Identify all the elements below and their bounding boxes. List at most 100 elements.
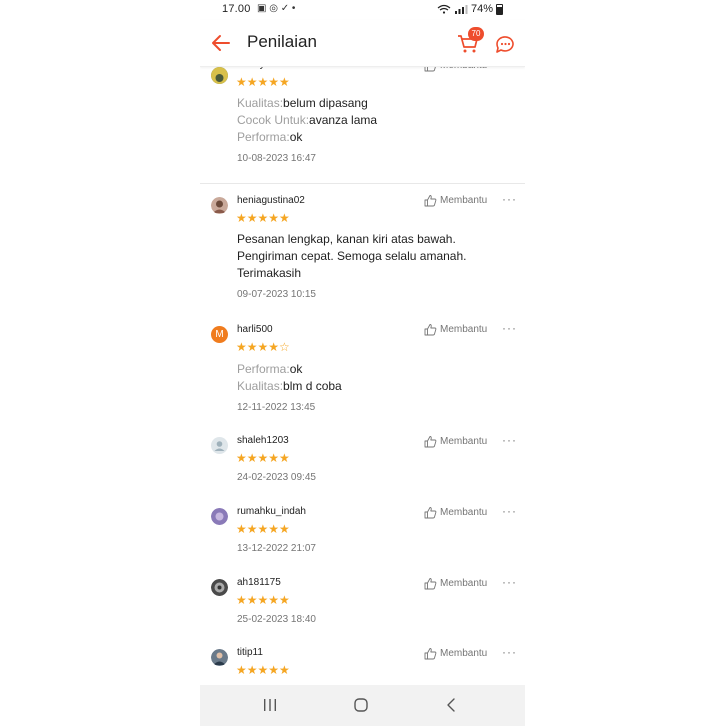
- rating-stars: ★★★★★: [236, 522, 290, 536]
- more-options-button[interactable]: ···: [502, 192, 517, 206]
- helpful-label: Membantu: [440, 578, 488, 589]
- helpful-button[interactable]: Membantu: [424, 577, 487, 590]
- review-text: Pesanan lengkap, kanan kiri atas bawah. …: [237, 232, 467, 280]
- rating-stars: ★★★★★: [236, 451, 290, 465]
- helpful-button[interactable]: Membantu: [424, 435, 487, 448]
- attribute-key: Performa:: [237, 362, 290, 376]
- home-button[interactable]: [351, 695, 371, 715]
- status-bar: 17.00 ▣ ◎ ✓ • 74%: [200, 0, 525, 20]
- review-date: 10-08-2023 16:47: [237, 153, 316, 164]
- recent-apps-button[interactable]: [260, 695, 280, 715]
- recent-apps-icon: [264, 699, 276, 711]
- system-nav-bar: [200, 685, 525, 726]
- default-avatar-icon: [214, 441, 225, 451]
- battery-percent: 74%: [470, 3, 493, 15]
- thumbs-up-icon: [424, 324, 437, 336]
- review-attribute: Performa:ok: [237, 362, 302, 376]
- avatar-image-icon: [211, 508, 228, 525]
- helpful-button[interactable]: Membantu: [424, 647, 487, 660]
- review-date: 25-02-2023 18:40: [237, 614, 316, 625]
- helpful-label: Membantu: [440, 507, 488, 518]
- review-attribute: Cocok Untuk:avanza lama: [237, 113, 377, 127]
- more-options-button[interactable]: ···: [502, 321, 517, 335]
- review-attribute: Kualitas:belum dipasang: [237, 96, 368, 110]
- notification-icons: ▣ ◎ ✓ •: [257, 3, 296, 14]
- review-username: heniagustina02: [237, 195, 305, 206]
- attribute-key: Kualitas:: [237, 379, 284, 393]
- more-options-button[interactable]: ···: [502, 504, 517, 518]
- attribute-value: avanza lama: [309, 113, 378, 127]
- avatar[interactable]: [211, 508, 228, 525]
- signal-icon: [454, 5, 468, 14]
- avatar[interactable]: [211, 649, 228, 666]
- avatar-image-icon: [211, 197, 228, 214]
- helpful-label: Membantu: [440, 67, 487, 71]
- review-date: 09-07-2023 10:15: [237, 289, 316, 300]
- thumbs-up-icon: [424, 195, 437, 207]
- more-options-button[interactable]: ···: [502, 645, 517, 659]
- review-username: ah181175: [237, 577, 281, 588]
- review-attribute: Kualitas:blm d coba: [237, 379, 342, 393]
- review-attribute: Performa:ok: [237, 130, 302, 144]
- status-right: 74%: [437, 3, 503, 15]
- more-options-button[interactable]: ···: [502, 433, 517, 447]
- review-username: rantoyunawan: [237, 67, 300, 70]
- attribute-key: Cocok Untuk:: [237, 113, 310, 127]
- review-username: shaleh1203: [237, 435, 289, 446]
- review-item: heniagustina02 Membantu ··· ★★★★★ Pesana…: [200, 191, 525, 321]
- helpful-button[interactable]: Membantu: [424, 194, 487, 207]
- chat-button[interactable]: [493, 32, 517, 56]
- page-title: Penilaian: [247, 32, 317, 51]
- thumbs-up-icon: [424, 578, 437, 590]
- review-list[interactable]: rantoyunawan Membantu ··· ★★★★★ Kualitas…: [200, 67, 525, 685]
- thumbs-up-icon: [424, 648, 437, 660]
- arrow-left-icon: [212, 35, 230, 51]
- avatar[interactable]: [211, 67, 228, 84]
- avatar-image-icon: [211, 579, 228, 596]
- cart-badge: 70: [468, 27, 484, 41]
- review-username: rumahku_indah: [237, 506, 306, 517]
- helpful-label: Membantu: [440, 648, 488, 659]
- review-username: titip11: [237, 647, 263, 658]
- helpful-label: Membantu: [440, 324, 488, 335]
- rating-stars: ★★★★☆: [236, 340, 290, 354]
- avatar[interactable]: [211, 579, 228, 596]
- helpful-label: Membantu: [440, 436, 488, 447]
- review-item: ah181175 Membantu ··· ★★★★★ 25-02-2023 1…: [200, 574, 525, 636]
- nav-back-button[interactable]: [442, 695, 462, 715]
- rating-stars: ★★★★★: [236, 75, 290, 89]
- review-username: harli500: [237, 324, 273, 335]
- status-time: 17.00: [222, 3, 251, 15]
- helpful-button[interactable]: Membantu: [424, 323, 487, 336]
- rating-stars: ★★★★★: [236, 593, 290, 607]
- helpful-button[interactable]: Membantu: [424, 506, 487, 519]
- review-date: 13-12-2022 21:07: [237, 543, 316, 554]
- thumbs-up-icon: [424, 436, 437, 448]
- avatar[interactable]: M: [211, 326, 228, 343]
- more-options-button[interactable]: ···: [502, 67, 517, 71]
- rating-stars: ★★★★★: [236, 663, 290, 677]
- nav-back-icon: [447, 698, 455, 712]
- review-item: shaleh1203 Membantu ··· ★★★★★ 24-02-2023…: [200, 432, 525, 494]
- avatar[interactable]: [211, 437, 228, 454]
- review-item: rumahku_indah Membantu ··· ★★★★★ 13-12-2…: [200, 503, 525, 565]
- review-item: rantoyunawan Membantu ··· ★★★★★ Kualitas…: [200, 67, 525, 184]
- attribute-value: blm d coba: [283, 379, 342, 393]
- battery-icon: [496, 3, 503, 15]
- app-bar: Penilaian 70: [200, 20, 525, 67]
- review-date: 24-02-2023 09:45: [237, 472, 316, 483]
- rating-stars: ★★★★★: [236, 211, 290, 225]
- attribute-value: ok: [289, 362, 303, 376]
- helpful-button[interactable]: Membantu: [424, 67, 487, 72]
- attribute-value: belum dipasang: [283, 96, 368, 110]
- attribute-key: Performa:: [237, 130, 290, 144]
- back-button[interactable]: [208, 30, 234, 56]
- more-options-button[interactable]: ···: [502, 575, 517, 589]
- attribute-value: ok: [289, 130, 303, 144]
- avatar-letter: M: [215, 329, 224, 340]
- phone-screen: 17.00 ▣ ◎ ✓ • 74% Penilaian 70 rantoyuna…: [200, 0, 525, 726]
- chat-icon: [496, 36, 514, 53]
- review-item: M harli500 Membantu ··· ★★★★☆ Performa:o…: [200, 320, 525, 425]
- review-date: 12-11-2022 13:45: [237, 402, 316, 413]
- avatar[interactable]: [211, 197, 228, 214]
